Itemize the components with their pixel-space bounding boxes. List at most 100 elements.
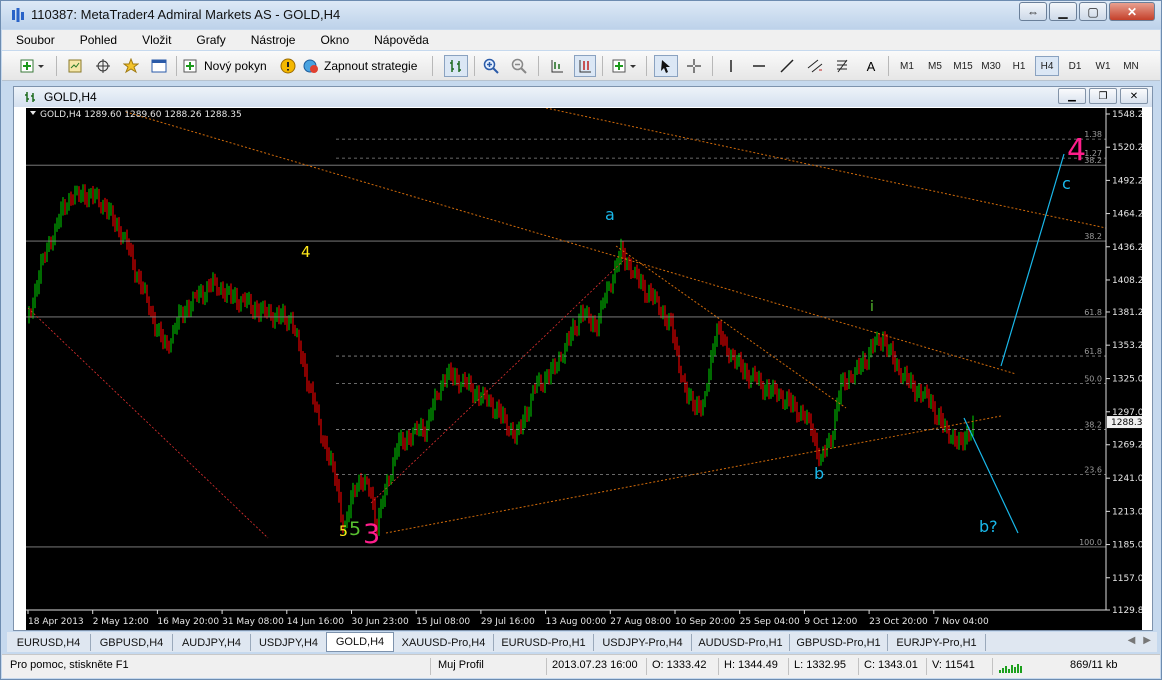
menu-vlozit[interactable]: Vložit bbox=[128, 30, 182, 50]
price-tick-label: 1408.20 bbox=[1112, 276, 1142, 286]
tab-gbpusd-h4[interactable]: GBPUSD,H4 bbox=[91, 634, 173, 651]
price-tick-label: 1464.20 bbox=[1112, 210, 1142, 220]
wave-label-4-pink: 4 bbox=[1067, 133, 1086, 168]
tab-xauusd-pro-h4[interactable]: XAUUSD-Pro,H4 bbox=[394, 634, 494, 651]
tab-audjpy-h4[interactable]: AUDJPY,H4 bbox=[173, 634, 251, 651]
minimize-icon: ▁ bbox=[1058, 4, 1068, 19]
tab-usdjpy-pro-h4[interactable]: USDJPY-Pro,H4 bbox=[594, 634, 692, 651]
auto-trading-button[interactable]: Zapnout strategie bbox=[302, 55, 426, 77]
tab-eurusd-pro-h1[interactable]: EURUSD-Pro,H1 bbox=[494, 634, 594, 651]
tab-gold-h4[interactable]: GOLD,H4 bbox=[326, 632, 394, 652]
crosshair-nav-button[interactable] bbox=[92, 55, 114, 77]
tab-gbpusd-pro-h1[interactable]: GBPUSD-Pro,H1 bbox=[790, 634, 888, 651]
menu-soubor[interactable]: Soubor bbox=[2, 30, 66, 50]
tf-m15[interactable]: M15 bbox=[951, 56, 975, 76]
alert-button[interactable] bbox=[278, 55, 298, 77]
tf-w1[interactable]: W1 bbox=[1091, 56, 1115, 76]
price-tick-label: 1381.20 bbox=[1112, 308, 1142, 318]
close-button[interactable]: ✕ bbox=[1109, 2, 1155, 21]
auto-trading-label: Zapnout strategie bbox=[324, 59, 418, 73]
current-price-label: 1288.35 bbox=[1111, 418, 1142, 428]
chart-window-icon bbox=[25, 92, 35, 102]
tf-mn[interactable]: MN bbox=[1119, 56, 1143, 76]
maximize-button[interactable]: ▢ bbox=[1079, 2, 1107, 21]
cursor-tool-button[interactable] bbox=[654, 55, 678, 77]
price-chart-area[interactable]: 1.38 1.27 38.2 38.2 61.8 61.8 50.0 38.2 23.6 100.… bbox=[26, 107, 1149, 630]
chart-background bbox=[26, 108, 1142, 630]
menu-pohled[interactable]: Pohled bbox=[66, 30, 128, 50]
fibonacci-icon bbox=[837, 59, 848, 73]
time-tick-label: 14 Jun 16:00 bbox=[287, 617, 344, 627]
title-bar: 110387: MetaTrader4 Admiral Markets AS -… bbox=[1, 1, 1161, 29]
restore-icon: ❐ bbox=[1098, 90, 1108, 102]
wave-label-a: a bbox=[605, 205, 615, 224]
favorites-button[interactable] bbox=[120, 55, 142, 77]
tf-h4[interactable]: H4 bbox=[1035, 56, 1059, 76]
tf-h1[interactable]: H1 bbox=[1007, 56, 1031, 76]
horizontal-line-icon bbox=[753, 65, 765, 67]
price-tick-label: 1269.20 bbox=[1112, 441, 1142, 451]
time-tick-label: 23 Oct 20:00 bbox=[869, 617, 928, 627]
vertical-line-icon bbox=[730, 60, 732, 72]
chart-restore-button[interactable]: ❐ bbox=[1089, 88, 1117, 104]
new-chart-button[interactable] bbox=[16, 55, 50, 77]
tf-d1[interactable]: D1 bbox=[1063, 56, 1087, 76]
auto-scroll-button[interactable] bbox=[546, 55, 568, 77]
chart-shift-button[interactable] bbox=[574, 55, 596, 77]
time-tick-label: 16 May 20:00 bbox=[157, 617, 219, 627]
tab-audusd-pro-h1[interactable]: AUDUSD-Pro,H1 bbox=[692, 634, 790, 651]
new-order-icon bbox=[183, 59, 197, 73]
fib-level-138-label: 1.38 bbox=[1084, 130, 1102, 139]
profiles-button[interactable] bbox=[64, 55, 86, 77]
time-tick-label: 10 Sep 20:00 bbox=[675, 617, 735, 627]
wave-label-3-pink: 3 bbox=[363, 519, 380, 550]
wave-label-c: c bbox=[1062, 174, 1071, 193]
chart-minimize-button[interactable]: ▁ bbox=[1058, 88, 1086, 104]
close-icon: ✕ bbox=[1126, 4, 1138, 19]
wave-label-b: b bbox=[814, 464, 824, 483]
chart-close-button[interactable]: ✕ bbox=[1120, 88, 1148, 104]
tabs-scroll-left-icon[interactable]: ◀ bbox=[1128, 635, 1136, 646]
tf-m1[interactable]: M1 bbox=[895, 56, 919, 76]
crosshair-tool-button[interactable] bbox=[682, 55, 706, 77]
horizontal-line-button[interactable] bbox=[748, 55, 770, 77]
trendline-button[interactable] bbox=[776, 55, 798, 77]
price-tick-label: 1492.20 bbox=[1112, 176, 1142, 186]
fibonacci-button[interactable] bbox=[832, 55, 854, 77]
indicators-button[interactable] bbox=[610, 55, 640, 77]
menu-nastroje[interactable]: Nástroje bbox=[237, 30, 307, 50]
tf-m5[interactable]: M5 bbox=[923, 56, 947, 76]
price-chart[interactable]: 1.381.2738.238.261.861.850.038.223.6100.… bbox=[26, 107, 1149, 630]
bar-chart-button[interactable] bbox=[444, 55, 468, 77]
menu-grafy[interactable]: Grafy bbox=[182, 30, 236, 50]
zoom-in-button[interactable] bbox=[480, 55, 502, 77]
tf-m30[interactable]: M30 bbox=[979, 56, 1003, 76]
tabs-scroll-right-icon[interactable]: ▶ bbox=[1143, 635, 1151, 646]
fib-level-618-label: 61.8 bbox=[1084, 347, 1102, 356]
channel-button[interactable] bbox=[804, 55, 826, 77]
fib-level-382-upper-label: 38.2 bbox=[1084, 156, 1102, 165]
restore-button[interactable]: ⇔ bbox=[1019, 2, 1047, 21]
status-profile[interactable]: Muj Profil bbox=[438, 659, 484, 671]
cursor-icon bbox=[661, 60, 670, 73]
menu-napoveda[interactable]: Nápověda bbox=[360, 30, 440, 50]
chart-window-title-bar: GOLD,H4 ▁ ❐ ✕ bbox=[14, 87, 1152, 107]
tab-usdjpy-h4[interactable]: USDJPY,H4 bbox=[251, 634, 327, 651]
tab-eurusd-h4[interactable]: EURUSD,H4 bbox=[7, 634, 91, 651]
tab-eurjpy-pro-h1[interactable]: EURJPY-Pro,H1 bbox=[888, 634, 986, 651]
wave-label-5-green: 5 bbox=[349, 518, 361, 540]
text-tool-button[interactable]: A bbox=[860, 55, 882, 77]
zoom-out-button[interactable] bbox=[508, 55, 530, 77]
star-icon bbox=[123, 58, 139, 74]
new-order-label: Nový pokyn bbox=[204, 59, 267, 73]
time-tick-label: 2 May 12:00 bbox=[93, 617, 149, 627]
time-tick-label: 29 Jul 16:00 bbox=[481, 617, 535, 627]
menu-okno[interactable]: Okno bbox=[306, 30, 360, 50]
channel-icon bbox=[807, 59, 823, 73]
minimize-button[interactable]: ▁ bbox=[1049, 2, 1077, 21]
fib-level-100-label: 100.0 bbox=[1079, 538, 1102, 547]
terminal-button[interactable] bbox=[148, 55, 170, 77]
vertical-line-button[interactable] bbox=[720, 55, 742, 77]
price-tick-label: 1213.00 bbox=[1112, 507, 1142, 517]
new-order-button[interactable]: Nový pokyn bbox=[182, 55, 274, 77]
